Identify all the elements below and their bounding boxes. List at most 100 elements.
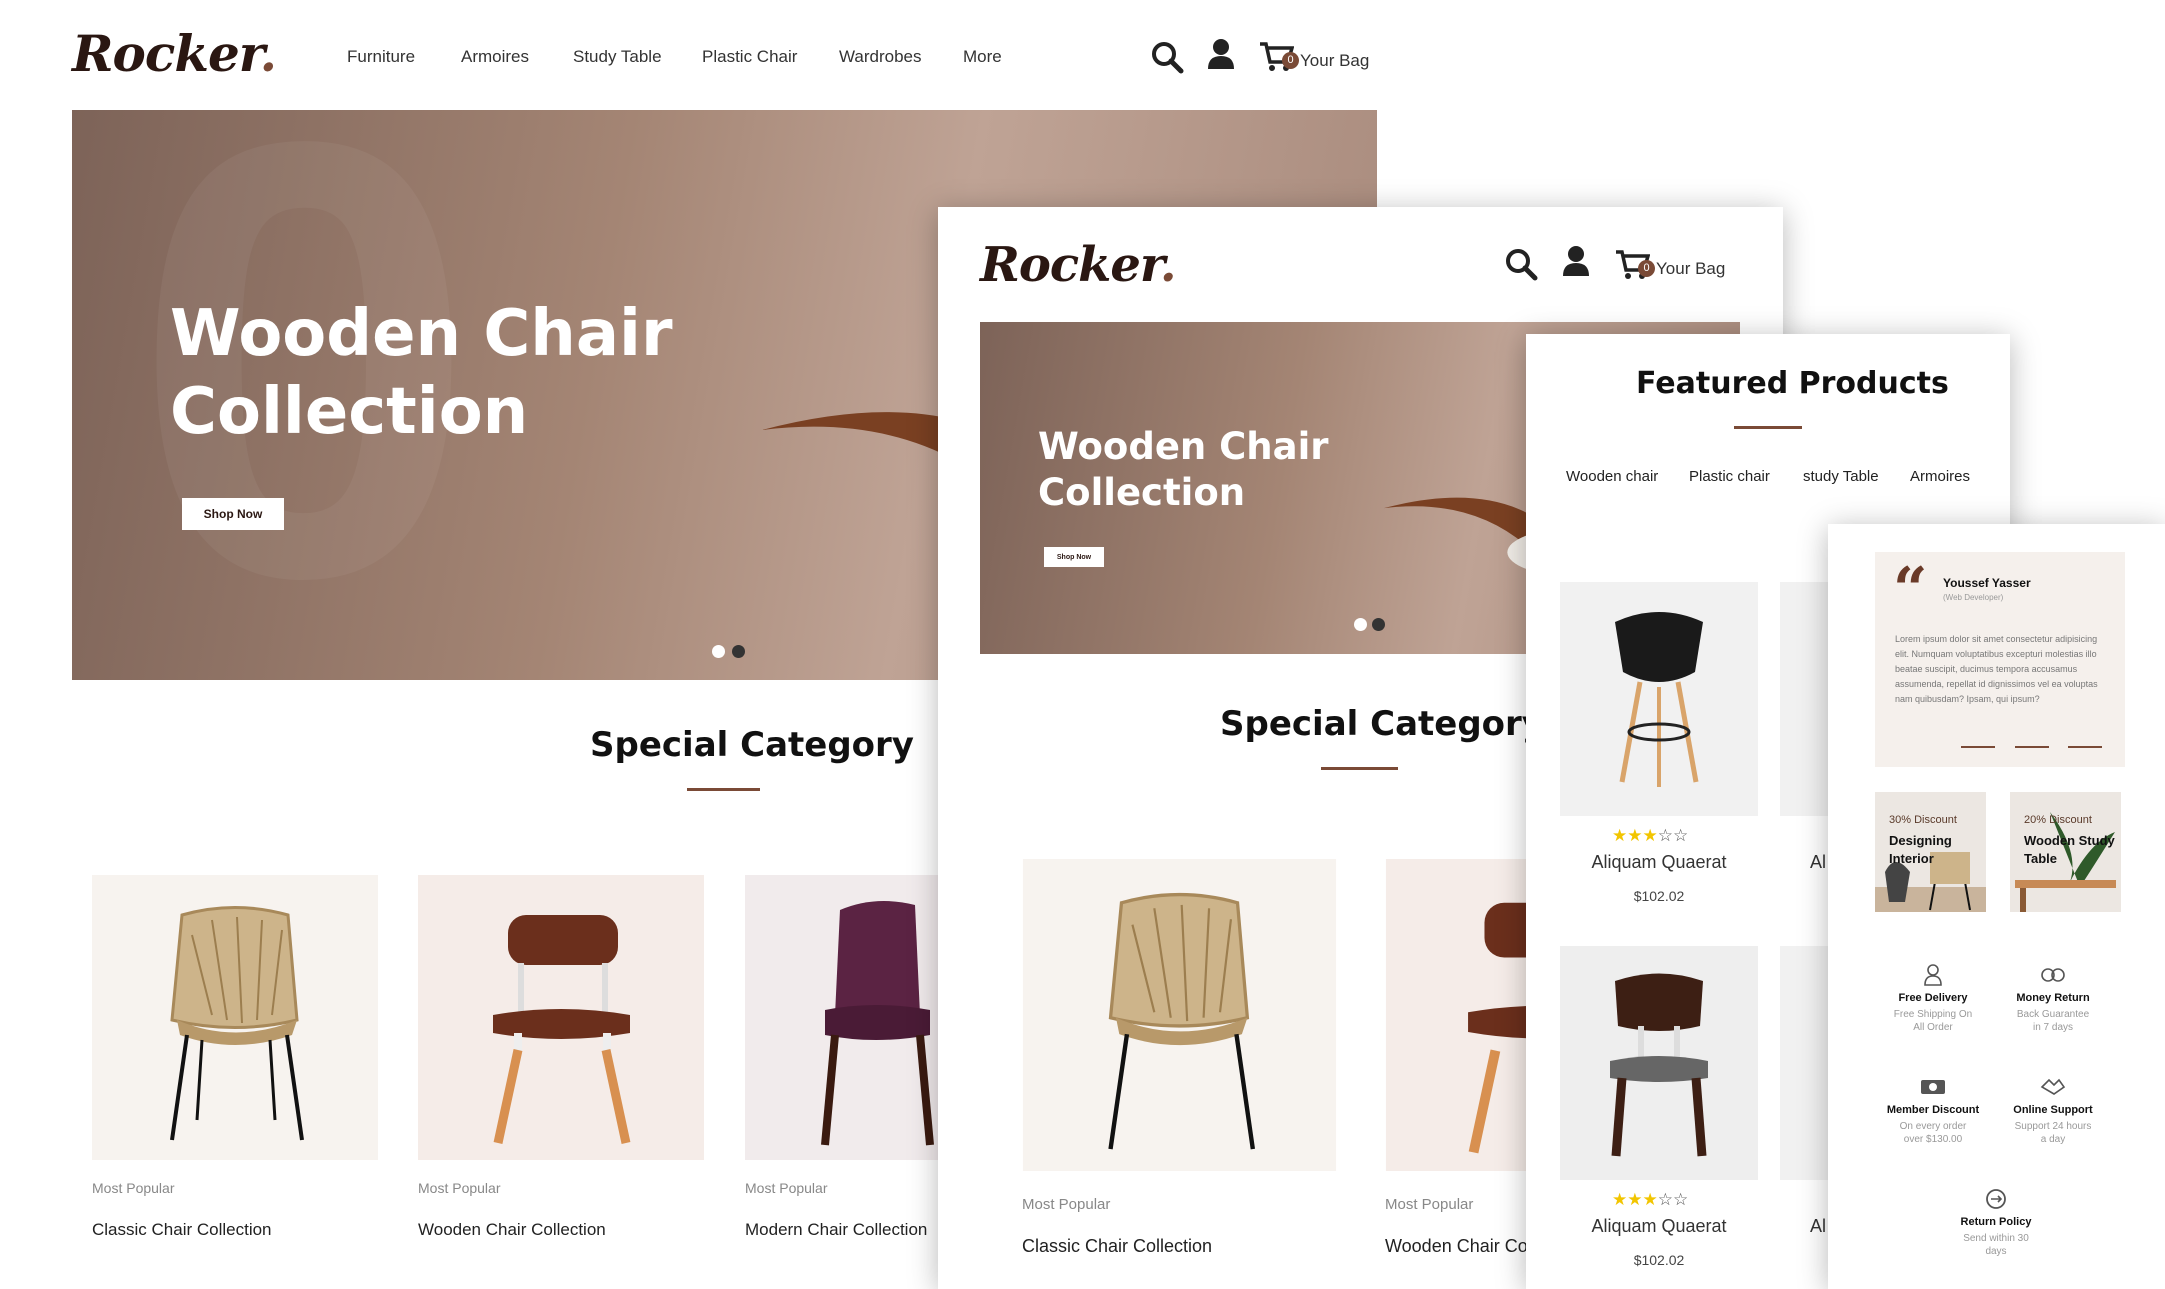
classic-chair-image [92, 875, 378, 1160]
category-card-2[interactable]: Most Popular Wooden Chair Collection [418, 875, 704, 1245]
cart-button[interactable]: 0 Your Bag [1614, 248, 1734, 282]
featured-tab-armoires[interactable]: Armoires [1910, 468, 1970, 485]
promo-title: Wooden Study Table [2024, 833, 2115, 866]
search-icon[interactable] [1504, 247, 1538, 281]
cart-label: Your Bag [1656, 259, 1726, 278]
testimonial-text: Lorem ipsum dolor sit amet consectetur a… [1895, 634, 2098, 704]
product-name: Aliquam Quaerat [1591, 852, 1727, 872]
cart-count-badge: 0 [1282, 52, 1299, 69]
user-icon[interactable] [1207, 38, 1235, 70]
card-title: Modern Chair Collection [745, 1220, 928, 1239]
user-icon[interactable] [1562, 245, 1590, 277]
promo-discount: 30% Discount [1889, 814, 1957, 826]
hero-title-line1: Wooden Chair [1038, 425, 1329, 468]
featured-tab-study-table[interactable]: study Table [1803, 468, 1879, 485]
cart-button[interactable]: 0 Your Bag [1258, 40, 1370, 74]
nav-item-more[interactable]: More [963, 47, 1002, 67]
service-sub: Support 24 hours a day [2014, 1121, 2092, 1145]
featured-tab-plastic-chair[interactable]: Plastic chair [1689, 468, 1770, 485]
carousel-dot-2[interactable] [1372, 618, 1385, 631]
card-label: Most Popular [1022, 1196, 1111, 1213]
product-price: $102.02 [1633, 888, 1685, 904]
return-icon [1986, 1189, 2006, 1209]
logo-text: Rocker [72, 24, 261, 83]
testimonial-slider-2[interactable] [2015, 746, 2049, 748]
mobile-view: “ Youssef Yasser (Web Developer) Lorem i… [1828, 524, 2165, 1289]
shop-now-button[interactable]: Shop Now [182, 498, 284, 530]
service-sub: Free Shipping On All Order [1893, 1009, 1973, 1033]
card-title: Wooden Chair Collection [418, 1220, 606, 1239]
card-label: Most Popular [745, 1180, 828, 1196]
black-stool-image [1560, 582, 1758, 816]
shop-now-button[interactable]: Shop Now [1044, 547, 1104, 567]
service-money-return: Money Return Back Guarantee in 7 days [2003, 964, 2103, 1034]
hero-title: Wooden Chair Collection [170, 295, 673, 451]
featured-title: Featured Products [1636, 366, 1949, 401]
promo-discount: 20% Discount [2024, 814, 2092, 826]
card-icon [1921, 1080, 1945, 1094]
product-card-1[interactable]: ★★★☆☆ Aliquam Quaerat $102.02 [1560, 582, 1758, 922]
hero-title: Wooden Chair Collection [1038, 424, 1329, 516]
handshake-icon [2040, 1078, 2066, 1095]
testimonial-role: (Web Developer) [1943, 593, 2004, 602]
service-title: Member Discount [1886, 1104, 1980, 1116]
card-label: Most Popular [418, 1180, 501, 1196]
testimonial-name: Youssef Yasser [1943, 576, 2031, 590]
testimonial-slider-1[interactable] [1961, 746, 1995, 748]
nav-item-wardrobes[interactable]: Wardrobes [839, 47, 922, 67]
logo-dot: . [1159, 237, 1177, 293]
card-title: Wooden Chair Coll [1385, 1236, 1536, 1256]
wooden-dining-chair-image [1560, 946, 1758, 1180]
carousel-dot-2[interactable] [732, 645, 745, 658]
special-category-underline [687, 788, 760, 791]
nav-item-study-table[interactable]: Study Table [573, 47, 662, 67]
card-title: Classic Chair Collection [92, 1220, 272, 1239]
featured-tab-wooden-chair[interactable]: Wooden chair [1566, 468, 1658, 485]
product-name-peek: Al [1810, 1216, 1827, 1236]
special-category-title: Special Category [590, 725, 914, 765]
promo-card-1[interactable]: 30% Discount Designing Interior [1875, 792, 1986, 912]
search-icon[interactable] [1150, 40, 1184, 74]
rating-stars: ★★★☆☆ [1612, 826, 1689, 845]
product-price: $102.02 [1633, 1252, 1685, 1268]
desktop-logo[interactable]: Rocker. [72, 24, 277, 83]
testimonial-card: “ Youssef Yasser (Web Developer) Lorem i… [1875, 552, 2125, 767]
category-card-1[interactable]: Most Popular Classic Chair Collection [1022, 859, 1337, 1269]
special-category-underline [1321, 767, 1398, 770]
nav-item-plastic-chair[interactable]: Plastic Chair [702, 47, 797, 67]
carousel-dot-1[interactable] [1354, 618, 1367, 631]
rating-stars: ★★★☆☆ [1612, 1190, 1689, 1209]
hero-title-line2: Collection [1038, 471, 1246, 514]
service-online-support: Online Support Support 24 hours a day [2003, 1076, 2103, 1146]
service-title: Free Delivery [1898, 992, 1968, 1004]
hero-title-line2: Collection [170, 375, 529, 449]
service-free-delivery: Free Delivery Free Shipping On All Order [1883, 964, 1983, 1034]
tablet-logo[interactable]: Rocker. [980, 237, 1177, 293]
service-member-discount: Member Discount On every order over $130… [1883, 1076, 1983, 1146]
category-card-1[interactable]: Most Popular Classic Chair Collection [92, 875, 378, 1245]
promo-title: Designing Interior [1889, 833, 1952, 866]
cart-label: Your Bag [1300, 51, 1370, 70]
cart-count-badge: 0 [1638, 260, 1655, 277]
money-icon [2041, 968, 2065, 982]
product-name: Aliquam Quaerat [1591, 1216, 1727, 1236]
classic-chair-image [1022, 859, 1337, 1171]
quote-icon: “ [1893, 555, 1928, 625]
card-label: Most Popular [1385, 1196, 1474, 1213]
card-label: Most Popular [92, 1180, 175, 1196]
featured-underline [1734, 426, 1802, 429]
service-sub: Send within 30 days [1963, 1233, 2029, 1257]
product-card-2[interactable]: ★★★☆☆ Aliquam Quaerat $102.02 [1560, 946, 1758, 1286]
service-sub: Back Guarantee in 7 days [2016, 1009, 2090, 1033]
service-title: Return Policy [1960, 1216, 2032, 1228]
carousel-dot-1[interactable] [712, 645, 725, 658]
user-icon [1924, 964, 1942, 986]
card-title: Classic Chair Collection [1022, 1236, 1213, 1256]
hero-title-line1: Wooden Chair [170, 297, 673, 371]
nav-item-armoires[interactable]: Armoires [461, 47, 529, 67]
logo-text: Rocker [980, 237, 1161, 293]
testimonial-slider-3[interactable] [2068, 746, 2102, 748]
nav-item-furniture[interactable]: Furniture [347, 47, 415, 67]
service-title: Online Support [2013, 1104, 2093, 1116]
promo-card-2[interactable]: 20% Discount Wooden Study Table [2010, 792, 2121, 912]
